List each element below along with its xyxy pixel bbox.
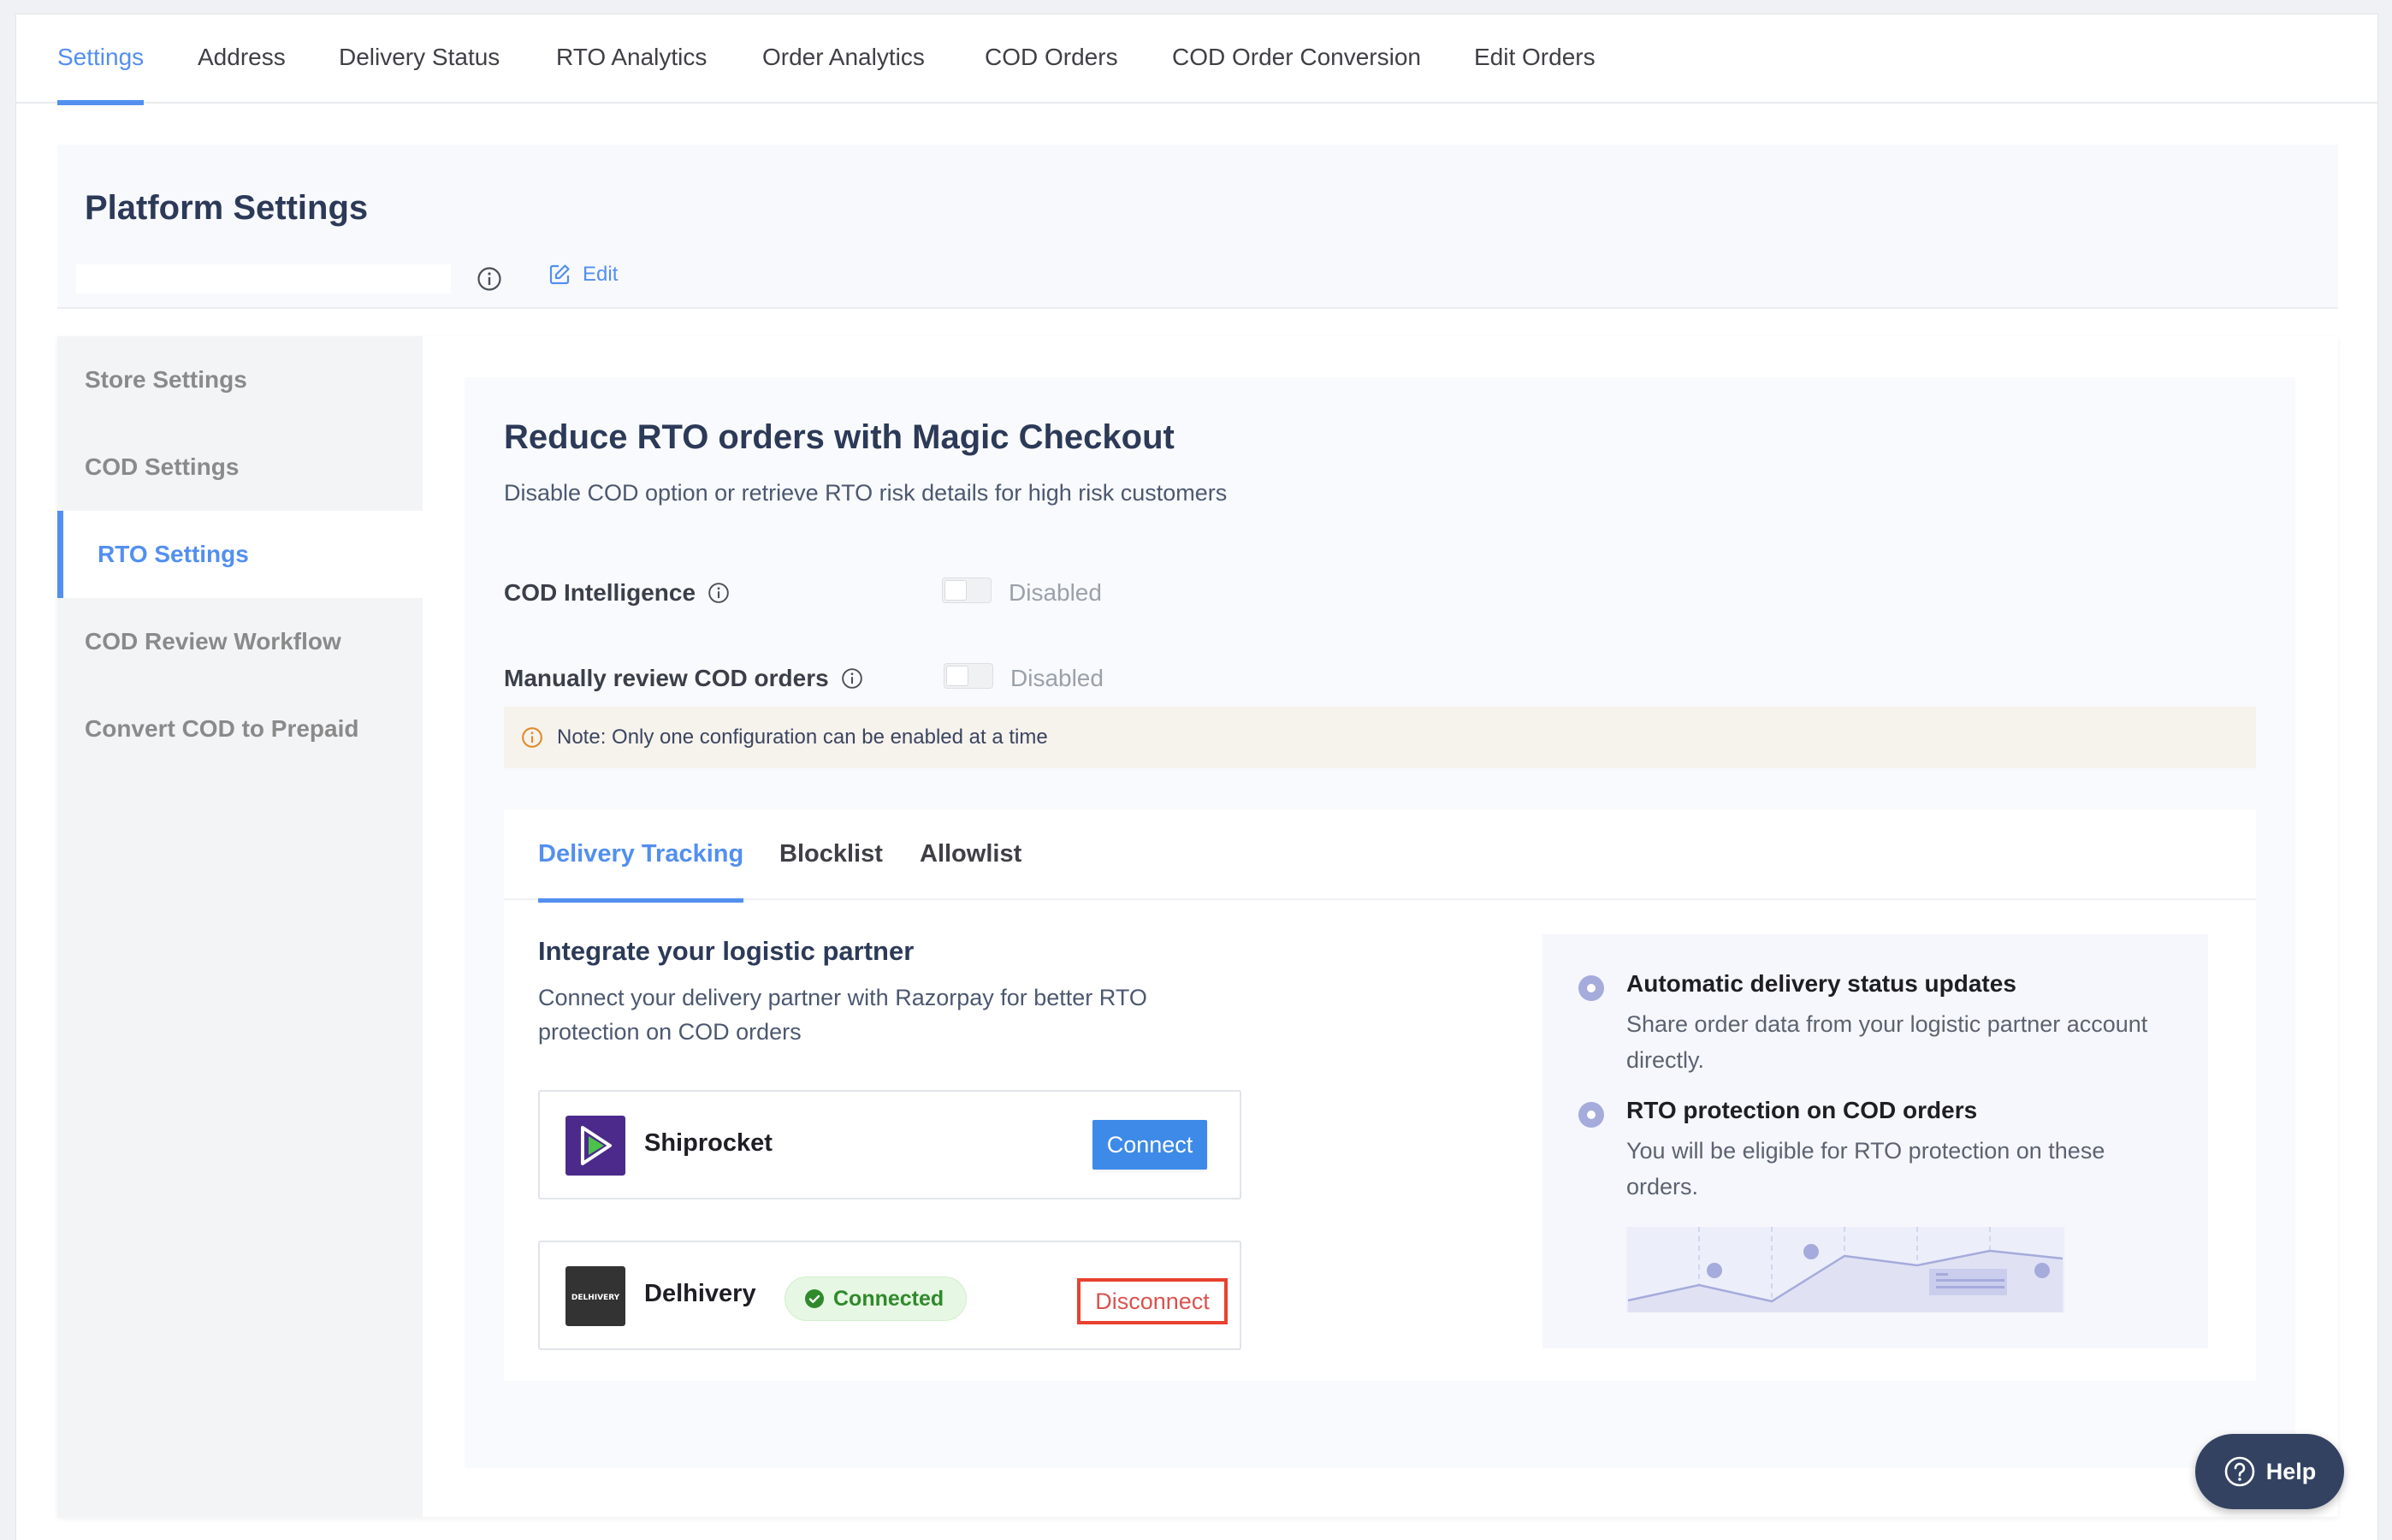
sidebar-item-label: Store Settings [85, 366, 247, 393]
sidebar-item-label: RTO Settings [98, 541, 249, 567]
delivery-trend-illustration-icon [1626, 1227, 2064, 1312]
partner-card-shiprocket: Shiprocket Connect [538, 1090, 1241, 1199]
config-label-text: Manually review COD orders [504, 665, 829, 691]
partner-name: Shiprocket [644, 1129, 773, 1157]
section-subtitle: Disable COD option or retrieve RTO risk … [504, 480, 1228, 506]
top-navigation: Settings Address Delivery Status RTO Ana… [16, 15, 2377, 105]
config-label-text: COD Intelligence [504, 579, 696, 606]
sidebar-item-label: Convert COD to Prepaid [85, 715, 359, 742]
sidebar-item-store-settings[interactable]: Store Settings [57, 336, 423, 424]
integrate-description: Connect your delivery partner with Razor… [538, 985, 1147, 1045]
shiprocket-logo-icon [565, 1116, 625, 1176]
edit-label: Edit [583, 263, 619, 286]
platform-value-field [76, 264, 451, 293]
rto-tabs-card: Delivery Tracking Blocklist Allowlist In… [504, 809, 2256, 1381]
config-label: COD Intelligence [504, 579, 730, 607]
sidebar-item-convert-cod-to-prepaid[interactable]: Convert COD to Prepaid [57, 685, 423, 773]
note-text: Note: Only one configuration can be enab… [557, 726, 1048, 749]
integrate-title: Integrate your logistic partner [538, 936, 915, 966]
manual-review-toggle[interactable] [944, 663, 993, 689]
tab-allowlist[interactable]: Allowlist [920, 840, 1021, 868]
delhivery-logo-text: DELHIVERY [571, 1294, 620, 1302]
config-label: Manually review COD orders [504, 665, 863, 692]
toggle-knob [946, 666, 968, 686]
config-row-cod-intelligence: COD Intelligence Disabled [504, 574, 1274, 612]
page-title: Platform Settings [85, 189, 369, 227]
info-icon[interactable] [708, 582, 730, 604]
benefits-panel: Automatic delivery status updates Share … [1542, 934, 2208, 1348]
config-row-manual-review: Manually review COD orders Disabled [504, 660, 1274, 697]
app-frame: Settings Address Delivery Status RTO Ana… [15, 14, 2378, 1540]
sidebar-item-label: COD Settings [85, 453, 240, 480]
sub-tabs: Delivery Tracking Blocklist Allowlist [504, 809, 2256, 903]
feature-description: You will be eligible for RTO protection … [1626, 1138, 2105, 1199]
partner-card-delhivery: DELHIVERY Delhivery Connected Disconnect [538, 1241, 1241, 1350]
help-button[interactable]: Help [2195, 1434, 2344, 1509]
sidebar-item-label: COD Review Workflow [85, 628, 341, 654]
tab-settings[interactable]: Settings [57, 44, 145, 105]
section-title: Reduce RTO orders with Magic Checkout [504, 418, 1175, 456]
tab-delivery-tracking[interactable]: Delivery Tracking [538, 840, 744, 903]
edit-icon [549, 264, 570, 285]
settings-sidebar: Store Settings COD Settings RTO Settings… [57, 336, 423, 1517]
bullet-icon [1578, 1102, 1604, 1128]
note-banner: Note: Only one configuration can be enab… [504, 707, 2256, 768]
settings-body: Store Settings COD Settings RTO Settings… [57, 336, 2338, 1517]
tab-delivery-status[interactable]: Delivery Status [339, 44, 500, 71]
info-icon[interactable] [477, 266, 502, 292]
disconnect-button[interactable]: Disconnect [1077, 1278, 1228, 1324]
tab-cod-orders[interactable]: COD Orders [985, 44, 1118, 71]
feature-title: Automatic delivery status updates [1626, 970, 2016, 997]
sidebar-item-cod-review-workflow[interactable]: COD Review Workflow [57, 598, 423, 685]
partner-name: Delhivery [644, 1280, 756, 1307]
delhivery-logo-icon: DELHIVERY [565, 1266, 625, 1326]
cod-intelligence-toggle[interactable] [942, 578, 992, 603]
info-icon[interactable] [841, 667, 863, 690]
sidebar-item-cod-settings[interactable]: COD Settings [57, 424, 423, 511]
platform-settings-header: Platform Settings Edit [57, 145, 2338, 309]
help-question-icon [2224, 1456, 2255, 1487]
rto-settings-panel: Reduce RTO orders with Magic Checkout Di… [465, 377, 2295, 1468]
toggle-state-text: Disabled [1010, 665, 1104, 691]
help-label: Help [2265, 1458, 2317, 1484]
bullet-icon [1578, 975, 1604, 1001]
check-circle-icon [805, 1289, 824, 1308]
toggle-state-text: Disabled [1009, 579, 1102, 606]
tab-rto-analytics[interactable]: RTO Analytics [556, 44, 707, 71]
connect-button[interactable]: Connect [1092, 1120, 1207, 1170]
badge-text: Connected [833, 1286, 944, 1311]
tab-blocklist[interactable]: Blocklist [779, 840, 883, 868]
warning-info-icon [522, 727, 542, 748]
feature-title: RTO protection on COD orders [1626, 1097, 1978, 1123]
sidebar-item-rto-settings[interactable]: RTO Settings [57, 511, 423, 598]
edit-button[interactable]: Edit [548, 263, 618, 287]
tab-cod-order-conversion[interactable]: COD Order Conversion [1172, 44, 1421, 71]
tab-order-analytics[interactable]: Order Analytics [762, 44, 925, 71]
connected-status-badge: Connected [785, 1276, 968, 1321]
toggle-knob [944, 580, 967, 601]
tab-edit-orders[interactable]: Edit Orders [1474, 44, 1596, 71]
tab-address[interactable]: Address [198, 44, 286, 71]
feature-description: Share order data from your logistic part… [1626, 1011, 2148, 1073]
